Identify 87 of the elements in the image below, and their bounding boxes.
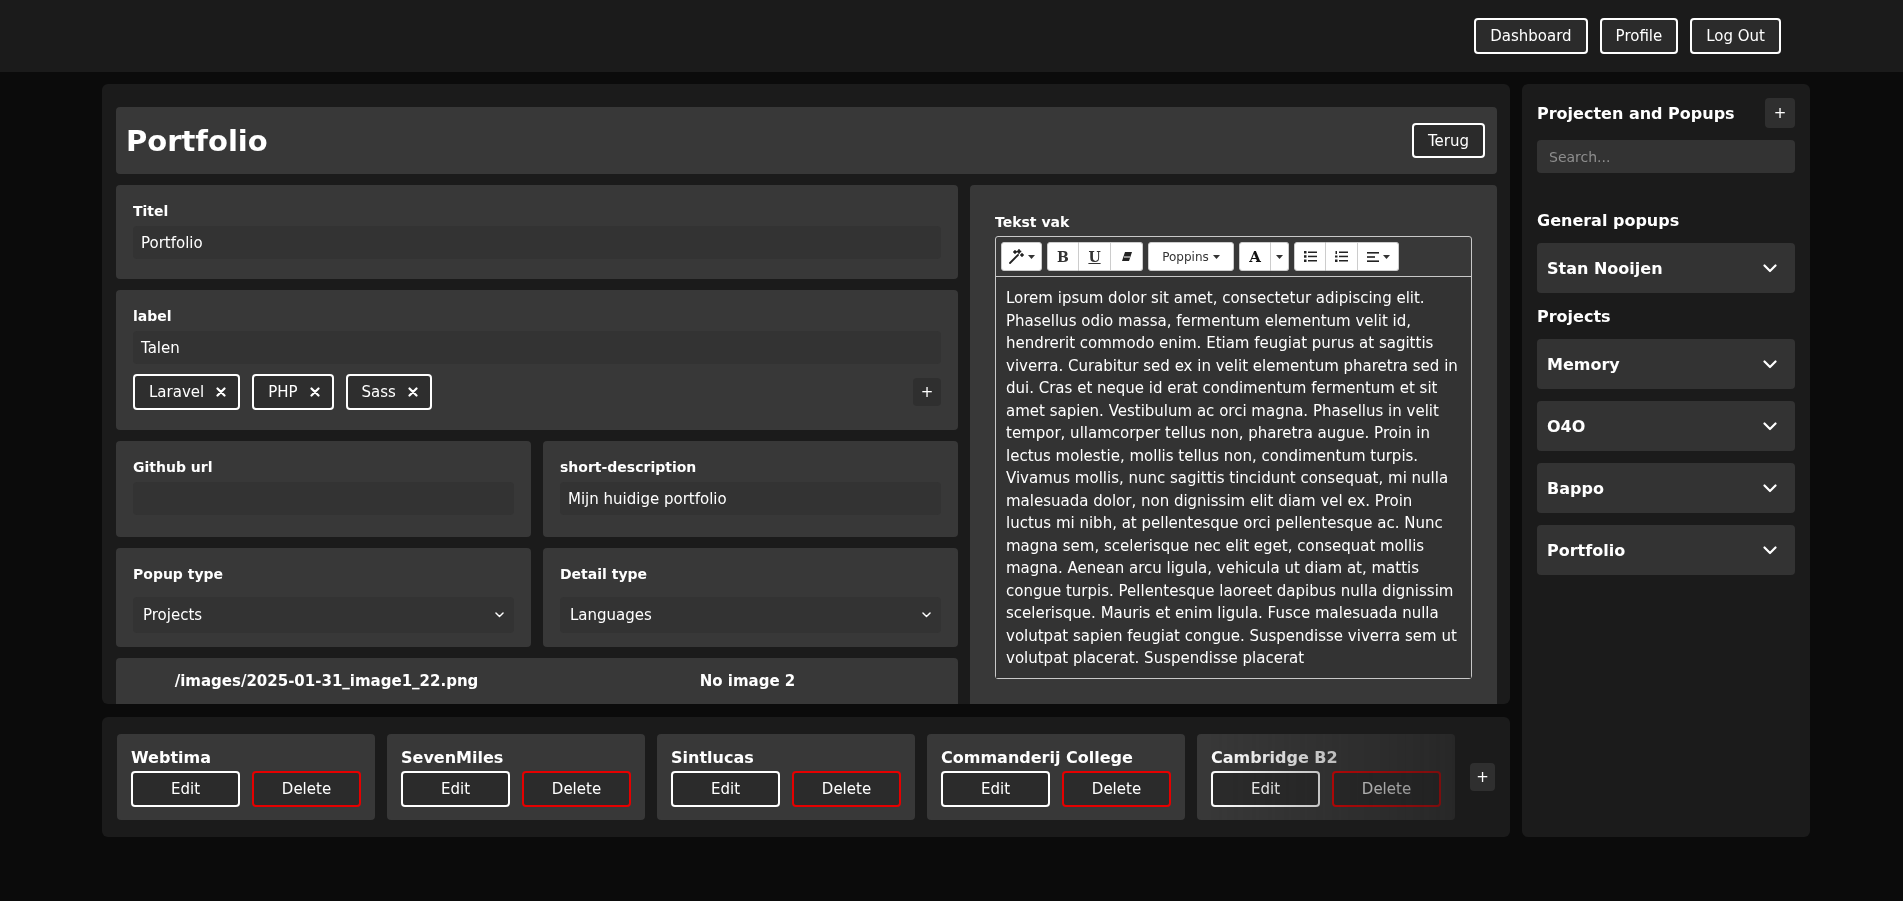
numbered-list-icon	[1335, 251, 1348, 262]
align-dropdown[interactable]	[1358, 242, 1399, 271]
section-heading: Projects	[1537, 307, 1612, 326]
accordion-label: Bappo	[1547, 478, 1604, 498]
image-caption: /images/2025-01-31_image1_22.png	[174, 672, 479, 690]
tag[interactable]: Laravel	[133, 374, 241, 410]
close-icon	[407, 387, 418, 397]
accordion-item[interactable]: Memory	[1537, 339, 1795, 389]
add-button[interactable]: +	[913, 378, 941, 406]
accordion-item[interactable]: Bappo	[1537, 463, 1795, 513]
bullet-list-button[interactable]	[1294, 242, 1326, 271]
tag[interactable]: Sass	[345, 374, 432, 410]
field-label: label	[133, 307, 173, 326]
edit-button[interactable]: Edit	[671, 771, 780, 807]
card-title: SevenMiles	[401, 748, 505, 768]
card-title: Sintlucas	[671, 748, 755, 768]
chevron-down-icon	[495, 612, 504, 618]
card-title: Webtima	[131, 748, 212, 768]
chevron-down-icon	[1763, 421, 1777, 431]
field-label: short-description	[560, 458, 698, 477]
chevron-down-icon	[1763, 359, 1777, 369]
edit-button[interactable]: Edit	[941, 771, 1050, 807]
close-icon	[309, 387, 320, 397]
delete-button[interactable]: Delete	[522, 771, 631, 807]
input-field[interactable]: Mijn huidige portfolio	[560, 482, 941, 515]
caret-icon	[1212, 254, 1220, 259]
bold-button[interactable]: B	[1047, 242, 1079, 271]
tag-label: Sass	[361, 383, 396, 401]
numbered-list-button[interactable]	[1326, 242, 1358, 271]
accordion-item[interactable]: O4O	[1537, 401, 1795, 451]
field-label: Popup type	[133, 565, 225, 584]
sidebar-title: Projecten and Popups	[1537, 103, 1735, 123]
caret-icon	[1028, 254, 1035, 259]
highlight-button[interactable]: A	[1239, 242, 1271, 271]
magic-wand-button[interactable]	[1001, 242, 1042, 271]
tag-label: Laravel	[149, 383, 205, 401]
delete-button[interactable]: Delete	[1332, 771, 1441, 807]
nav-button[interactable]: Dashboard	[1474, 18, 1588, 54]
card-title: Cambridge B2	[1211, 748, 1339, 768]
accordion-label: Memory	[1547, 354, 1620, 374]
font-dropdown[interactable]: Poppins	[1148, 242, 1234, 271]
caret-icon	[1382, 254, 1390, 259]
delete-button[interactable]: Delete	[252, 771, 361, 807]
caret-icon	[1276, 254, 1283, 259]
delete-button[interactable]: Delete	[1062, 771, 1171, 807]
chevron-down-icon	[1763, 263, 1777, 273]
close-icon	[216, 387, 227, 397]
select-field[interactable]: Languages	[560, 597, 941, 633]
eraser-icon	[1120, 251, 1133, 262]
card-title: Commanderij College	[941, 748, 1134, 768]
nav-button[interactable]: Profile	[1599, 18, 1679, 54]
back-button[interactable]: Terug	[1411, 123, 1485, 158]
image-caption: No image 2	[699, 672, 796, 690]
nav-button[interactable]: Log Out	[1690, 18, 1781, 54]
input-field[interactable]: Portfolio	[133, 226, 941, 259]
search-field[interactable]: Search...	[1537, 140, 1795, 173]
accordion-item[interactable]: Stan Nooijen	[1537, 243, 1795, 293]
add-button[interactable]: +	[1470, 763, 1495, 791]
select-field[interactable]: Projects	[133, 597, 514, 633]
align-icon	[1366, 251, 1379, 262]
chevron-down-icon	[1763, 483, 1777, 493]
underline-button[interactable]: U	[1079, 242, 1111, 271]
edit-button[interactable]: Edit	[1211, 771, 1320, 807]
section-heading: General popups	[1537, 211, 1681, 230]
eraser-button[interactable]	[1111, 242, 1143, 271]
edit-button[interactable]: Edit	[401, 771, 510, 807]
accordion-label: Portfolio	[1547, 540, 1626, 560]
field-label: Titel	[133, 202, 170, 221]
chevron-down-icon	[922, 612, 931, 618]
field-label: Detail type	[560, 565, 649, 584]
tag-label: PHP	[268, 383, 298, 401]
field-label: Github url	[133, 458, 214, 477]
chevron-down-icon	[1763, 545, 1777, 555]
delete-button[interactable]: Delete	[792, 771, 901, 807]
page-title: Portfolio	[126, 123, 268, 158]
magic-wand-icon	[1008, 248, 1024, 265]
field-label: Tekst vak	[995, 213, 1071, 232]
edit-button[interactable]: Edit	[131, 771, 240, 807]
editor-text[interactable]: Lorem ipsum dolor sit amet, consectetur adipiscing elit. Phasellus odio massa, fermentum elementum velit id, hendrerit commodo enim. Etiam feugiat purus at sagittis viverra. Curabitur sed ex in velit elementum pharetra sed in dui. Cras et neque id erat condimentum fermentum et sit amet sapien. Vestibulum ac orci magna. Phasellus in velit tempor, ullamcorper tellus non, pharetra augue. Proin in lectus molestie, mollis tellus non, condimentum turpis. Vivamus mollis, nunc sagittis tincidunt consequat, mi nulla malesuada dolor, non dignissim elit diam vel ex. Proin luctus mi nibh, at pellentesque orci pellentesque ac. Nunc magna sem, scelerisque nec elit eget, consequat mollis magna. Aenean arcu ligula, vehicula ut diam at, mattis congue turpis. Pellentesque laoreet dapibus nulla dignissim scelerisque. Mauris et enim ligula. Fusce malesuada nulla volutpat sapien feugiat congue. Suspendisse viverra sem ut volutpat placerat. Suspendisse placerat	[996, 277, 1471, 678]
color-dropdown-button[interactable]	[1271, 242, 1289, 271]
accordion-label: Stan Nooijen	[1547, 258, 1663, 278]
bullet-list-icon	[1303, 251, 1317, 262]
accordion-item[interactable]: Portfolio	[1537, 525, 1795, 575]
tag[interactable]: PHP	[252, 374, 334, 410]
input-field[interactable]: Talen	[133, 331, 941, 364]
add-button[interactable]: +	[1765, 98, 1795, 128]
accordion-label: O4O	[1547, 416, 1586, 436]
